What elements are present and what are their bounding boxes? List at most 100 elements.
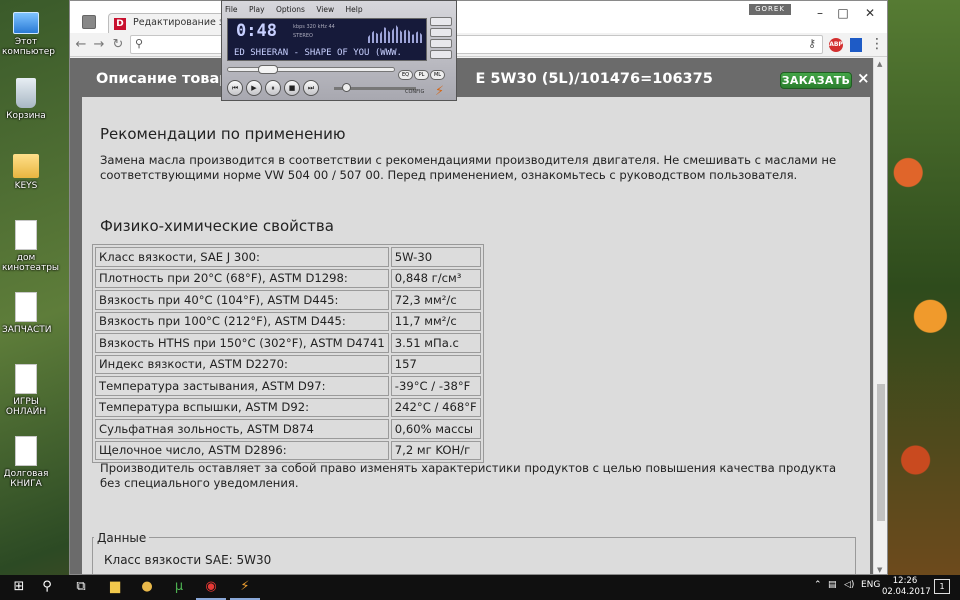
- property-value: 157: [390, 354, 481, 374]
- winamp-side-button[interactable]: [430, 39, 452, 48]
- winamp-taskbar-icon[interactable]: ●: [138, 578, 156, 596]
- maximize-button[interactable]: □: [833, 5, 853, 21]
- play-icon[interactable]: ▶: [246, 80, 262, 96]
- data-legend: Данные: [94, 531, 150, 545]
- minimize-button[interactable]: –: [810, 5, 830, 21]
- desktop-icon-this-pc[interactable]: Этот компьютер: [2, 8, 55, 57]
- task-view-icon[interactable]: ⧉: [72, 578, 90, 596]
- winamp-ml-button[interactable]: ML: [430, 70, 445, 80]
- disclaimer-text: Производитель оставляет за собой право и…: [100, 461, 837, 490]
- key-icon[interactable]: ⚷: [808, 37, 816, 50]
- property-value: 3.51 мПа.с: [390, 333, 481, 353]
- winamp-side-button[interactable]: [430, 17, 452, 26]
- winamp-menu-view[interactable]: View: [316, 5, 334, 14]
- winamp-side-button[interactable]: [430, 50, 452, 59]
- winamp-seek-knob[interactable]: [258, 65, 278, 74]
- winamp-menu-help[interactable]: Help: [346, 5, 363, 14]
- desktop-icon-home-theater[interactable]: дом кинотеатры: [2, 220, 59, 273]
- table-row: Сульфатная зольность, ASTM D874 0,60% мас…: [95, 419, 481, 439]
- winamp-visualizer[interactable]: [368, 25, 424, 43]
- search-icon[interactable]: ⚲: [38, 578, 56, 596]
- adblock-extension-icon[interactable]: ABP: [829, 38, 843, 52]
- winamp-config-label[interactable]: CONFIG: [405, 89, 424, 95]
- desktop-icon-games-online[interactable]: ИГРЫ ОНЛАЙН: [2, 364, 50, 417]
- data-line: Класс вязкости SAE: 5W30: [104, 553, 272, 567]
- tray-arrow-icon[interactable]: ⌃: [814, 580, 822, 590]
- page-scrollbar[interactable]: ▲ ▼: [873, 58, 887, 574]
- scroll-up-icon[interactable]: ▲: [877, 60, 882, 68]
- scrollbar-thumb[interactable]: [877, 384, 885, 521]
- forward-button[interactable]: →: [91, 37, 107, 53]
- property-value: 5W-30: [390, 247, 481, 267]
- reload-button[interactable]: ↻: [110, 37, 126, 53]
- document-icon: [15, 436, 37, 466]
- utorrent-icon[interactable]: µ: [170, 578, 188, 596]
- desktop-icon-recycle-bin[interactable]: Корзина: [2, 78, 50, 121]
- desktop-icon-label: Этот компьютер: [2, 37, 55, 57]
- desktop-icon-keys[interactable]: KEYS: [2, 150, 50, 191]
- app-icon[interactable]: [82, 15, 96, 29]
- chrome-icon[interactable]: ◉: [202, 578, 220, 596]
- section-heading-recommendations: Рекомендации по применению: [100, 125, 346, 143]
- document-icon: [15, 220, 37, 250]
- table-row: Вязкость при 40°C (104°F), ASTM D445: 72,…: [95, 290, 481, 310]
- winamp-eq-button[interactable]: EQ: [398, 70, 413, 80]
- table-row: Индекс вязкости, ASTM D2270: 157: [95, 354, 481, 374]
- recommendations-text: Замена масла производится в соответствии…: [100, 153, 837, 182]
- winamp-menu-play[interactable]: Play: [249, 5, 265, 14]
- winamp-running-icon[interactable]: ⚡: [236, 578, 254, 596]
- property-name: Сульфатная зольность, ASTM D874: [95, 419, 389, 439]
- winamp-menu-file[interactable]: File: [225, 5, 238, 14]
- winamp-track-title[interactable]: ED SHEERAN - SHAPE OF YOU (WWW.: [234, 48, 424, 58]
- scroll-down-icon[interactable]: ▼: [877, 566, 882, 574]
- table-row: Температура застывания, ASTM D97: -39°C /…: [95, 376, 481, 396]
- bookmark-extension-icon[interactable]: [850, 38, 862, 52]
- winamp-time[interactable]: 0:48: [236, 21, 277, 41]
- winamp-side-button[interactable]: [430, 28, 452, 37]
- volume-icon[interactable]: ◁): [844, 580, 854, 590]
- property-value: 242°C / 468°F: [390, 397, 481, 417]
- desktop-icon-label: KEYS: [14, 181, 38, 191]
- next-icon[interactable]: ⏭: [303, 80, 319, 96]
- order-button[interactable]: ЗАКАЗАТЬ: [780, 72, 852, 89]
- winamp-pl-button[interactable]: PL: [414, 70, 429, 80]
- browser-window: D Редактирование записи GOREK – □ ✕ ← → …: [69, 0, 888, 575]
- pause-icon[interactable]: ⏸: [265, 80, 281, 96]
- windows-start-icon[interactable]: ⊞: [10, 578, 28, 596]
- folder-icon: [13, 154, 39, 178]
- desktop-icon-debt-book[interactable]: Долговая КНИГА: [2, 436, 50, 489]
- table-row: Щелочное число, ASTM D2896: 7,2 мг KOH/г: [95, 440, 481, 460]
- winamp-logo-icon[interactable]: ⚡: [435, 84, 444, 99]
- stop-icon[interactable]: ■: [284, 80, 300, 96]
- property-name: Индекс вязкости, ASTM D2270:: [95, 354, 389, 374]
- computer-icon: [13, 12, 39, 34]
- clock[interactable]: 12:26 02.04.2017: [882, 576, 931, 598]
- section-heading-properties: Физико-химические свойства: [100, 217, 334, 235]
- winamp-volume-knob[interactable]: [342, 83, 351, 92]
- desktop-icon-label: ИГРЫ ОНЛАЙН: [5, 397, 47, 417]
- property-name: Температура вспышки, ASTM D92:: [95, 397, 389, 417]
- language-indicator[interactable]: ENG: [861, 580, 880, 590]
- property-value: 7,2 мг KOH/г: [390, 440, 481, 460]
- close-window-button[interactable]: ✕: [860, 5, 880, 21]
- properties-table: Класс вязкости, SAE J 300: 5W-30 Плотность…: [92, 244, 484, 463]
- back-button[interactable]: ←: [73, 37, 89, 53]
- winamp-volume-slider[interactable]: [334, 83, 416, 92]
- property-value: 72,3 мм²/с: [390, 290, 481, 310]
- browser-menu-icon[interactable]: ⋮: [870, 36, 884, 52]
- network-icon[interactable]: ▤: [828, 580, 837, 590]
- profile-badge[interactable]: GOREK: [749, 4, 791, 15]
- property-name: Класс вязкости, SAE J 300:: [95, 247, 389, 267]
- winamp-player[interactable]: File Play Options View Help 0:48 kbps 32…: [221, 0, 457, 101]
- desktop-icon-parts[interactable]: ЗАПЧАСТИ: [2, 292, 52, 335]
- property-name: Плотность при 20°C (68°F), ASTM D1298:: [95, 268, 389, 288]
- desktop-icon-label: дом кинотеатры: [2, 253, 60, 273]
- winamp-menu-options[interactable]: Options: [276, 5, 305, 14]
- winamp-seek-bar[interactable]: [227, 65, 395, 74]
- previous-icon[interactable]: ⏮: [227, 80, 243, 96]
- notification-center-icon[interactable]: 1: [934, 579, 950, 594]
- winamp-stereo: STEREO: [293, 33, 313, 39]
- address-bar-row: ← → ↻ ⚲ ⚷ ABP ⋮: [70, 33, 887, 57]
- close-icon[interactable]: ×: [857, 69, 870, 87]
- file-explorer-icon[interactable]: ▆: [106, 578, 124, 596]
